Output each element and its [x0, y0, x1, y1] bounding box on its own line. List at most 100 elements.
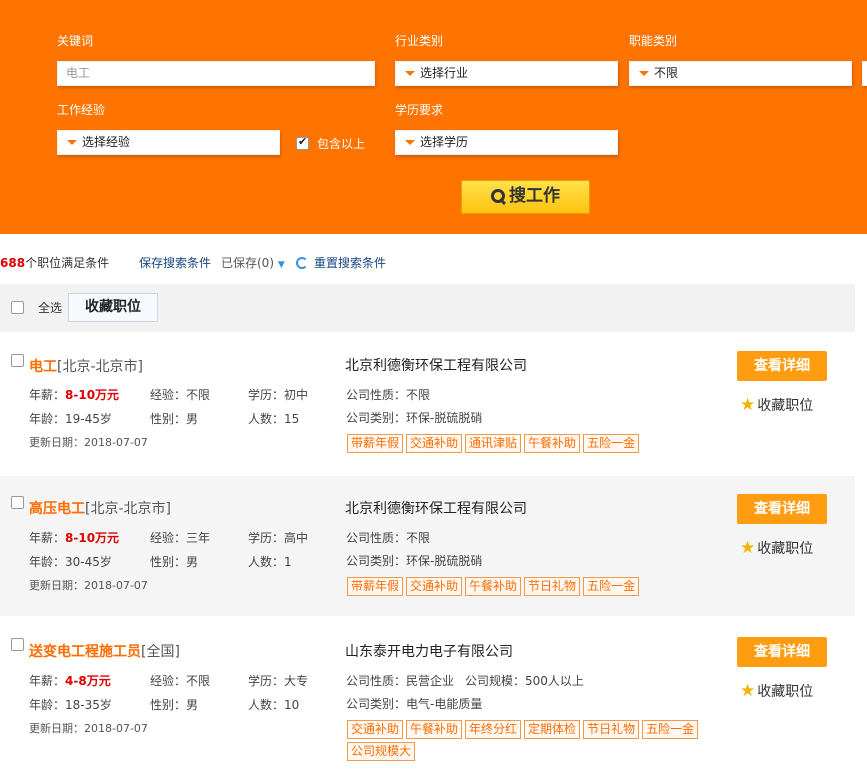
keyword-label: 关键词 — [57, 34, 94, 48]
dropdown-arrow-icon — [67, 140, 77, 145]
company-nature-value: 不限 — [406, 388, 431, 402]
company-type-label: 公司类别： — [346, 697, 407, 711]
company-name-link[interactable]: 北京利德衡环保工程有限公司 — [345, 498, 527, 518]
experience-label: 经验： — [150, 388, 187, 402]
company-type-field: 公司类别：环保-脱硫脱硝 — [346, 409, 482, 426]
benefit-tag: 公司规模大 — [347, 742, 416, 761]
search-jobs-button[interactable]: 搜工作 — [461, 180, 590, 214]
headcount-field: 人数：10 — [248, 696, 299, 713]
company-type-value: 环保-脱硫脱硝 — [406, 554, 483, 568]
company-type-label: 公司类别： — [346, 411, 407, 425]
age-field: 年龄：19-45岁 — [29, 410, 112, 427]
salary-field: 年薪：4-8万元 — [29, 672, 111, 689]
benefit-tag: 通讯津贴 — [465, 434, 522, 453]
refresh-icon[interactable] — [296, 257, 308, 269]
job-title-link[interactable]: 送变电工程施工员 — [29, 644, 141, 660]
job-title-group: 送变电工程施工员[全国] — [29, 641, 180, 661]
saved-searches-dropdown[interactable]: 已保存(0) ▼ — [221, 254, 285, 274]
save-search-link[interactable]: 保存搜索条件 — [139, 254, 211, 272]
job-location: [全国] — [141, 644, 180, 660]
benefit-tag: 交通补助 — [347, 720, 404, 739]
gender-label: 性别： — [150, 412, 187, 426]
job-checkbox[interactable] — [11, 638, 24, 651]
favorite-job-link[interactable]: ★ 收藏职位 — [740, 395, 813, 415]
favorite-label: 收藏职位 — [757, 398, 814, 414]
job-checkbox[interactable] — [11, 496, 24, 509]
update-date-label: 更新日期： — [29, 579, 84, 592]
star-icon: ★ — [740, 681, 756, 701]
function-select[interactable]: 不限 — [629, 61, 852, 86]
education-label: 学历： — [248, 531, 285, 545]
headcount-value: 15 — [284, 412, 300, 426]
experience-label: 工作经验 — [57, 103, 106, 117]
company-nature-value: 民营企业 — [406, 674, 455, 688]
company-scale-field: 公司规模：500人以上 — [465, 672, 584, 689]
clipped-select[interactable] — [862, 61, 867, 86]
select-all-checkbox[interactable] — [11, 301, 24, 314]
result-count-text: 688个职位满足条件 — [0, 254, 109, 272]
view-detail-button[interactable]: 查看详细 — [737, 351, 827, 381]
salary-value: 4-8万元 — [65, 674, 111, 688]
update-date-value: 2018-07-07 — [84, 436, 148, 449]
function-label: 职能类别 — [629, 34, 678, 48]
headcount-value: 10 — [284, 698, 300, 712]
company-type-field: 公司类别：环保-脱硫脱硝 — [346, 552, 482, 569]
headcount-field: 人数：1 — [248, 553, 292, 570]
view-detail-button[interactable]: 查看详细 — [737, 494, 827, 524]
job-title-link[interactable]: 电工 — [29, 359, 57, 375]
include-above-checkbox[interactable] — [296, 135, 309, 150]
benefit-tag: 五险一金 — [583, 434, 640, 453]
salary-label: 年薪： — [29, 388, 66, 402]
job-title-group: 高压电工[北京-北京市] — [29, 498, 171, 518]
update-date-value: 2018-07-07 — [84, 579, 148, 592]
benefit-tags: 交通补助 午餐补助 年终分红 定期体检 节日礼物 五险一金 公司规模大 — [347, 720, 727, 764]
view-detail-button[interactable]: 查看详细 — [737, 637, 827, 667]
company-name-link[interactable]: 北京利德衡环保工程有限公司 — [345, 355, 527, 375]
include-above-label: 包含以上 — [317, 137, 366, 151]
favorite-job-link[interactable]: ★ 收藏职位 — [740, 538, 813, 558]
gender-value: 男 — [186, 698, 199, 712]
age-label: 年龄： — [29, 698, 66, 712]
search-icon — [491, 189, 505, 203]
education-label: 学历要求 — [395, 103, 444, 117]
job-location: [北京-北京市] — [57, 359, 143, 375]
search-panel: 关键词 电工 行业类别 选择行业 职能类别 不限 工作经验 选择经验 包含以上 … — [0, 0, 867, 234]
company-nature-label: 公司性质： — [346, 388, 407, 402]
update-date-field: 更新日期：2018-07-07 — [29, 577, 148, 593]
education-label: 学历： — [248, 674, 285, 688]
headcount-label: 人数： — [248, 412, 285, 426]
reset-search-link[interactable]: 重置搜索条件 — [314, 254, 386, 272]
job-location: [北京-北京市] — [85, 501, 171, 517]
job-checkbox[interactable] — [11, 354, 24, 367]
favorite-job-link[interactable]: ★ 收藏职位 — [740, 681, 813, 701]
benefit-tag: 五险一金 — [642, 720, 699, 739]
industry-select[interactable]: 选择行业 — [395, 61, 618, 86]
collect-jobs-button[interactable]: 收藏职位 — [68, 293, 158, 322]
age-label: 年龄： — [29, 555, 66, 569]
update-date-label: 更新日期： — [29, 436, 84, 449]
keyword-input[interactable]: 电工 — [57, 61, 375, 86]
salary-value: 8-10万元 — [65, 531, 120, 545]
job-row: 送变电工程施工员[全国] 年薪：4-8万元 经验：不限 学历：大专 年龄：18-… — [0, 620, 855, 773]
bulk-action-bar: 全选 收藏职位 — [0, 284, 855, 332]
company-nature-label: 公司性质： — [346, 531, 407, 545]
benefit-tag: 午餐补助 — [524, 434, 581, 453]
experience-label: 经验： — [150, 531, 187, 545]
company-nature-label: 公司性质： — [346, 674, 407, 688]
education-field: 学历：初中 — [248, 386, 308, 403]
update-date-value: 2018-07-07 — [84, 722, 148, 735]
result-summary: 688个职位满足条件 保存搜索条件 已保存(0) ▼ 重置搜索条件 — [0, 254, 867, 272]
job-title-link[interactable]: 高压电工 — [29, 501, 85, 517]
experience-select[interactable]: 选择经验 — [57, 130, 280, 155]
benefit-tag: 五险一金 — [583, 577, 640, 596]
dropdown-arrow-icon — [405, 140, 415, 145]
education-value: 初中 — [284, 388, 309, 402]
update-date-field: 更新日期：2018-07-07 — [29, 720, 148, 736]
company-nature-field: 公司性质：不限 — [346, 529, 430, 546]
company-name-link[interactable]: 山东泰开电力电子有限公司 — [345, 641, 513, 661]
education-select[interactable]: 选择学历 — [395, 130, 618, 155]
update-date-label: 更新日期： — [29, 722, 84, 735]
education-value: 高中 — [284, 531, 309, 545]
salary-field: 年薪：8-10万元 — [29, 386, 119, 403]
company-nature-value: 不限 — [406, 531, 431, 545]
